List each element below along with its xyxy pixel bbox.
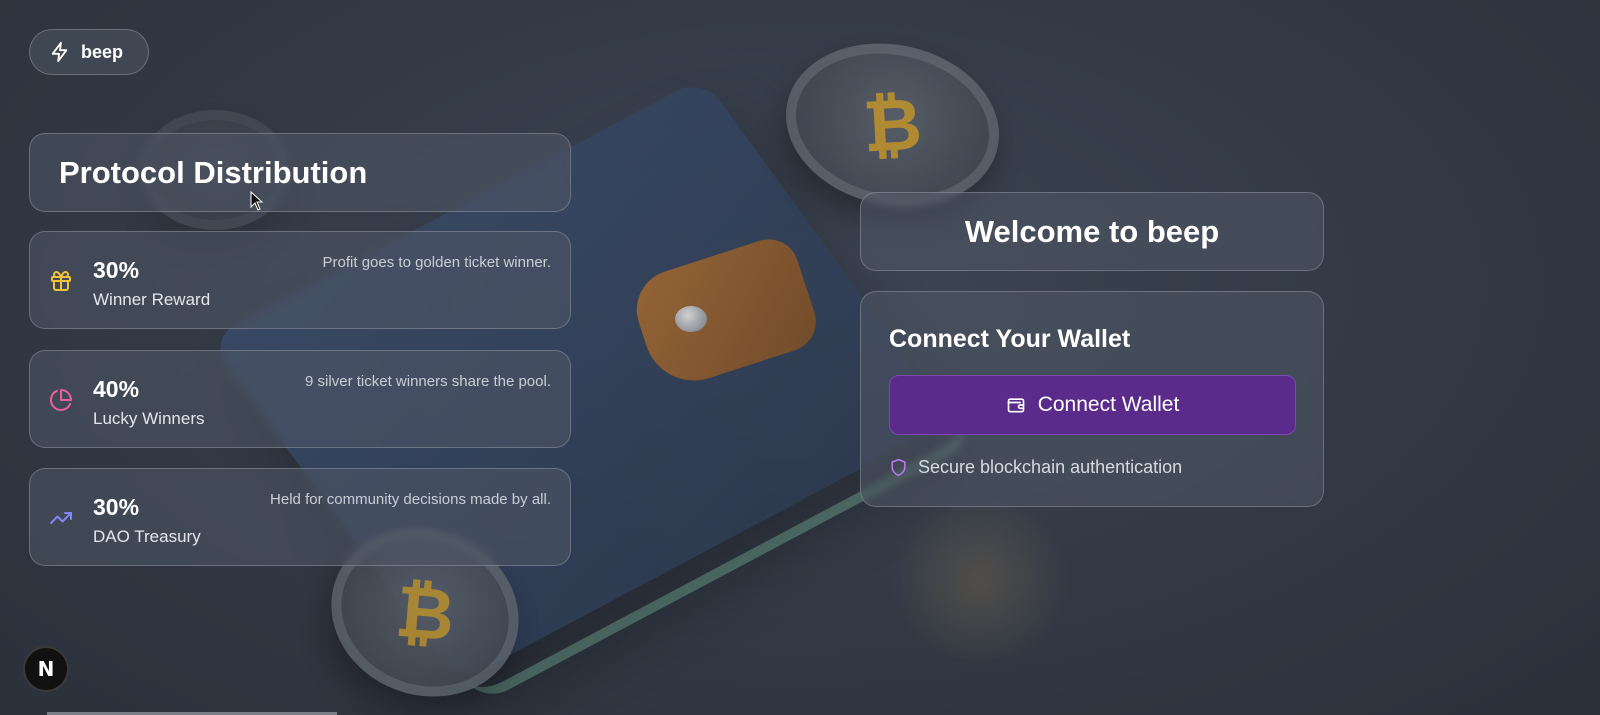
framework-badge[interactable]: N	[23, 646, 69, 692]
distribution-label: Winner Reward	[93, 290, 211, 309]
distribution-description: Profit goes to golden ticket winner.	[322, 254, 551, 271]
distribution-percent: 30%	[93, 494, 140, 520]
shield-icon	[891, 458, 906, 477]
distribution-label: Lucky Winners	[93, 409, 205, 428]
secure-note: Secure blockchain authentication	[889, 457, 1182, 478]
connect-wallet-label: Connect Wallet	[1037, 393, 1180, 416]
distribution-title-card: Protocol Distribution	[29, 133, 571, 212]
distribution-item-winner-reward: 30% Winner Reward Profit goes to golden …	[29, 231, 571, 329]
distribution-description: 9 silver ticket winners share the pool.	[305, 373, 551, 390]
bolt-icon	[51, 41, 68, 63]
wallet-clasp	[626, 231, 824, 394]
gift-icon	[51, 271, 71, 291]
glow	[880, 500, 1080, 660]
distribution-percent: 40%	[93, 376, 140, 402]
wallet-icon	[1007, 398, 1025, 413]
distribution-description: Held for community decisions made by all…	[270, 491, 551, 508]
brand-logo[interactable]: beep	[29, 29, 149, 75]
secure-text: Secure blockchain authentication	[918, 457, 1183, 477]
connect-heading: Connect Your Wallet	[889, 325, 1131, 353]
distribution-percent: 30%	[93, 257, 140, 283]
wallet-button	[675, 306, 707, 332]
welcome-title: Welcome to beep	[964, 213, 1220, 249]
page-title: Protocol Distribution	[59, 154, 368, 190]
pie-chart-icon	[50, 389, 72, 411]
distribution-item-dao-treasury: 30% DAO Treasury Held for community deci…	[29, 468, 571, 566]
brand-name: beep	[81, 41, 124, 62]
connect-wallet-button[interactable]: Connect Wallet	[889, 375, 1296, 435]
distribution-item-lucky-winners: 40% Lucky Winners 9 silver ticket winner…	[29, 350, 571, 448]
welcome-card: Welcome to beep	[860, 192, 1324, 271]
framework-badge-letter: N	[37, 657, 55, 681]
mouse-cursor-icon	[250, 191, 264, 211]
connect-wallet-card: Connect Your Wallet Connect Wallet Secur…	[860, 291, 1324, 507]
trending-up-icon	[50, 512, 72, 524]
distribution-label: DAO Treasury	[93, 527, 201, 546]
